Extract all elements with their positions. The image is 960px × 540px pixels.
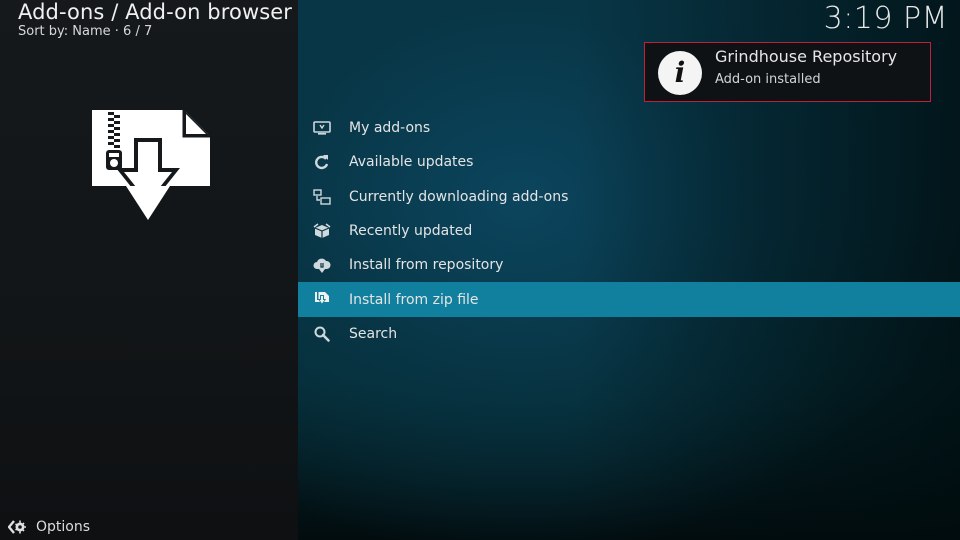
zip-install-icon: [313, 290, 331, 308]
sort-info: Sort by: Name · 6 / 7: [18, 24, 153, 39]
menu-item-available-updates[interactable]: Available updates: [298, 145, 960, 179]
header: Add-ons / Add-on browser Sort by: Name ·…: [18, 0, 292, 40]
menu-item-recently-updated[interactable]: Recently updated: [298, 214, 960, 248]
left-panel: [0, 0, 298, 540]
menu-item-my-addons[interactable]: My add-ons: [298, 111, 960, 145]
downloading-icon: [313, 188, 331, 206]
options-label: Options: [36, 519, 91, 535]
menu-item-currently-downloading[interactable]: Currently downloading add-ons: [298, 180, 960, 214]
refresh-icon: [313, 153, 331, 171]
notification-toast: i Grindhouse Repository Add-on installed: [644, 42, 931, 102]
search-icon: [313, 325, 331, 343]
monitor-icon: [313, 119, 331, 137]
notification-message: Add-on installed: [715, 72, 821, 87]
page-title: Add-ons / Add-on browser: [18, 0, 293, 24]
clock: 3:19 PM: [823, 1, 948, 36]
menu-item-install-from-zip[interactable]: Install from zip file: [298, 282, 960, 317]
menu-item-search[interactable]: Search: [298, 317, 960, 351]
addon-browser-menu: My add-ons Available updates Currently d…: [298, 111, 960, 351]
box-icon: [313, 222, 331, 240]
info-icon: i: [658, 51, 702, 95]
options-icon: [7, 519, 26, 535]
menu-item-install-from-repository[interactable]: Install from repository: [298, 248, 960, 282]
notification-title: Grindhouse Repository: [715, 47, 898, 66]
cloud-download-icon: [313, 256, 331, 274]
options-button[interactable]: Options: [7, 519, 91, 535]
zip-file-download-icon: [90, 108, 212, 224]
